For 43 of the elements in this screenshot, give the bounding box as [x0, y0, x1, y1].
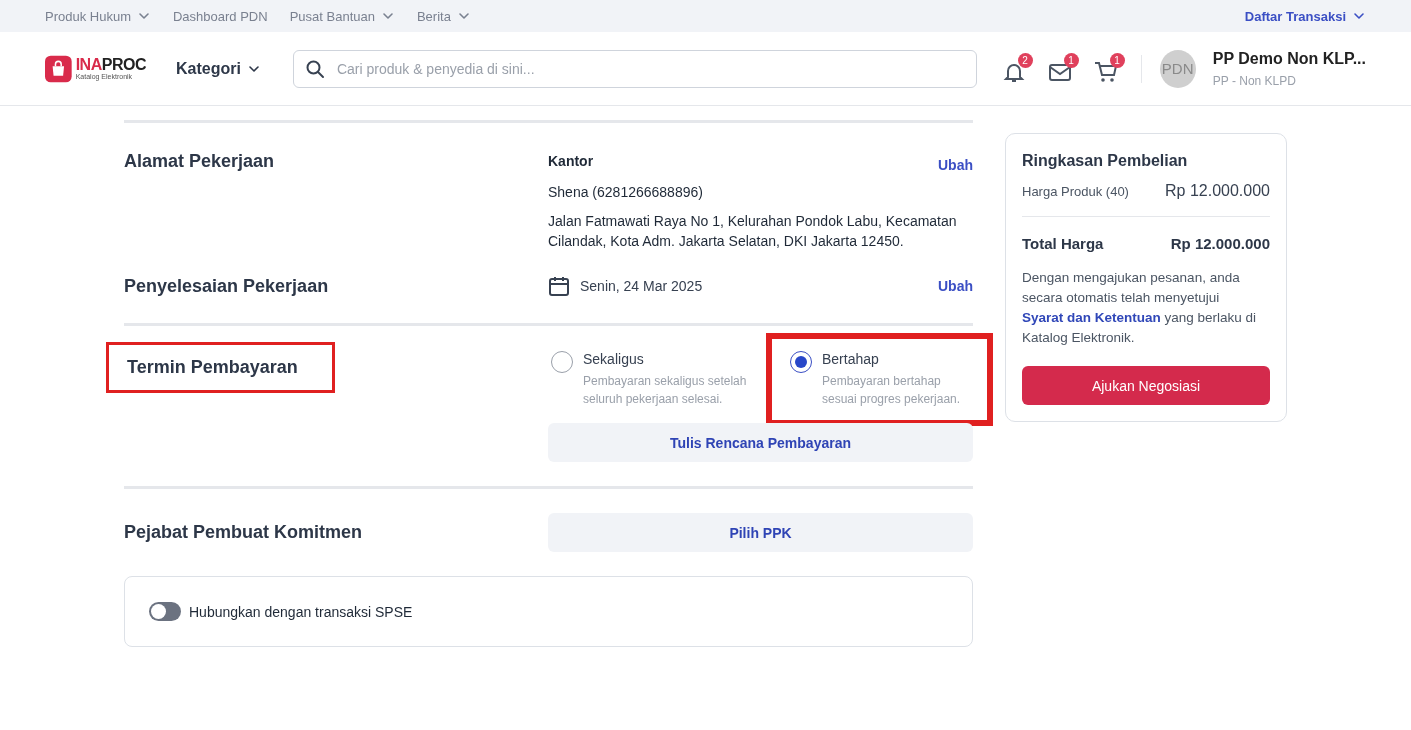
logo-wordmark: INAPROC — [75, 57, 146, 73]
address-label: Kantor — [548, 152, 594, 171]
mail-button[interactable]: 1 — [1046, 52, 1079, 85]
address-text: Jalan Fatmawati Raya No 1, Kelurahan Pondok Labu, Kecamatan Cilandak, Kota Adm. Jakarta Selatan, DKI Jakarta 12450. — [548, 212, 958, 251]
section-title: Penyelesaian Pekerjaan — [124, 276, 329, 296]
change-link[interactable]: Ubah — [938, 278, 973, 294]
payment-plan-button[interactable]: Tulis Rencana Pembayaran — [548, 423, 973, 462]
toggle-label: Hubungkan dengan transaksi SPSE — [189, 602, 413, 622]
bell-button[interactable]: 2 — [1000, 52, 1033, 85]
user-role: PP - Non KLPD — [1212, 73, 1297, 88]
terms-text: Dengan mengajukan pesanan, anda secara otomatis telah menyetujui Syarat dan Ketentuan yang berlaku di Katalog Elektronik. — [1022, 269, 1258, 347]
nav-link[interactable]: Berita — [416, 8, 471, 24]
payment-option[interactable]: Sekaligus Pembayaran sekaligus setelah seluruh pekerjaan selesai. — [548, 336, 769, 423]
count-badge: 1 — [1109, 52, 1125, 68]
total-value: Rp 12.000.000 — [1170, 235, 1270, 252]
completion-date: Senin, 24 Mar 2025 — [580, 278, 703, 294]
choose-ppk-button[interactable]: Pilih PPK — [548, 513, 973, 552]
submit-button[interactable]: Ajukan Negosiasi — [1022, 366, 1270, 405]
transactions-link[interactable]: Daftar Transaksi — [1244, 8, 1366, 24]
cart-button[interactable]: 1 — [1092, 52, 1125, 85]
section-title: Pejabat Pembuat Komitmen — [124, 522, 363, 542]
price-value: Rp 12.000.000 — [1165, 182, 1270, 200]
calendar-icon — [548, 275, 570, 297]
count-badge: 2 — [1017, 52, 1033, 68]
toggle-switch[interactable] — [149, 602, 181, 621]
user-name: PP Demo Non KLP... — [1212, 49, 1366, 68]
terms-link[interactable]: Syarat dan Ketentuan — [1022, 310, 1161, 325]
nav-link[interactable]: Dashboard PDN — [173, 8, 268, 24]
shopping-bag-logo-icon — [45, 54, 72, 83]
section-title: Termin Pembayaran — [106, 342, 335, 393]
search-field[interactable]: Cari produk & penyedia di sini... — [292, 49, 977, 88]
category-menu[interactable]: Kategori — [169, 58, 267, 79]
contact-text: Shena (6281266688896) — [548, 183, 704, 202]
summary-title: Ringkasan Pembelian — [1022, 152, 1189, 170]
count-badge: 1 — [1063, 52, 1079, 68]
payment-option[interactable]: Bertahap Pembayaran bertahap sesuai progres pekerjaan. — [769, 336, 990, 423]
section-title: Alamat Pekerjaan — [124, 151, 275, 171]
total-label: Total Harga — [1022, 235, 1104, 252]
search-icon — [304, 58, 325, 79]
price-label: Harga Produk (40) — [1022, 183, 1129, 199]
nav-link[interactable]: Pusat Bantuan — [289, 8, 395, 24]
nav-link[interactable]: Produk Hukum — [45, 8, 151, 24]
change-link[interactable]: Ubah — [938, 157, 973, 173]
